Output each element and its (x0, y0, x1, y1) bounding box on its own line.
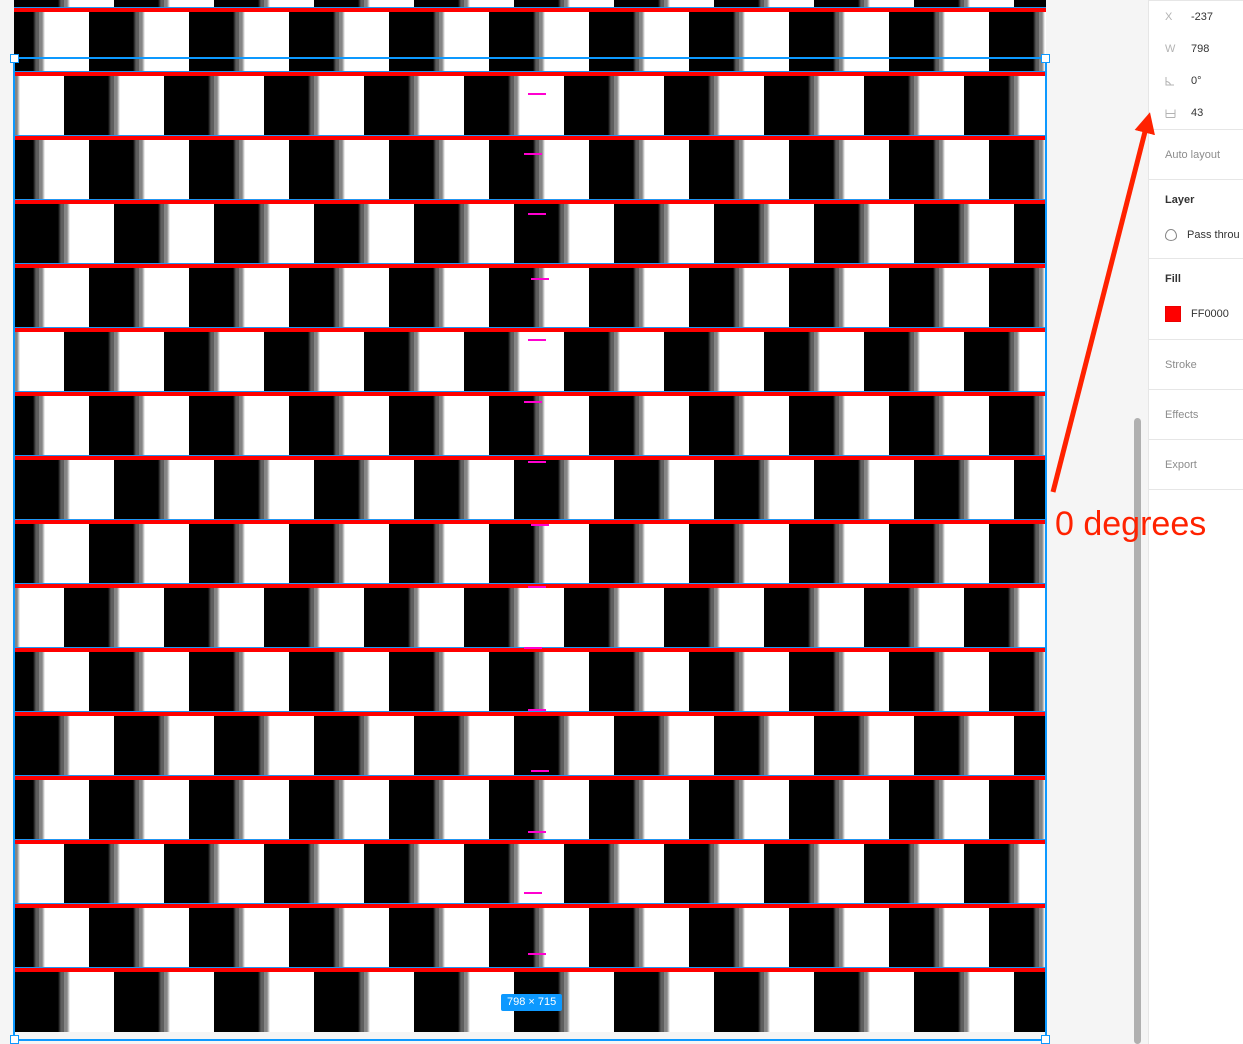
tile-row-tiles (14, 268, 1046, 328)
tile-row-tiles (14, 12, 1046, 72)
stroke-label: Stroke (1165, 358, 1197, 371)
tile-edge-shading (14, 844, 1046, 904)
blend-mode-value[interactable]: Pass throu (1187, 229, 1240, 241)
tile-edge-shading (14, 332, 1046, 392)
fill-section: Fill FF0000 (1149, 259, 1243, 340)
blend-mode-row[interactable]: Pass throu (1149, 220, 1243, 258)
design-canvas[interactable]: 798 × 715 (0, 0, 1133, 1044)
figma-window: 798 × 715 0 degrees X -237 W 798 0° 43 A… (0, 0, 1243, 1044)
tile-row-tiles (14, 332, 1046, 392)
width-value[interactable]: 798 (1191, 43, 1209, 55)
fill-color-swatch[interactable] (1165, 306, 1181, 322)
effects-label: Effects (1165, 408, 1199, 421)
tile-row-tiles (14, 76, 1046, 136)
tile-row[interactable] (14, 140, 1046, 200)
selection-size-badge: 798 × 715 (501, 994, 563, 1011)
tile-row-tiles (14, 524, 1046, 584)
tile-row[interactable] (14, 12, 1046, 72)
export-section[interactable]: Export (1149, 440, 1243, 490)
tile-row[interactable] (14, 780, 1046, 840)
tile-row[interactable] (14, 716, 1046, 776)
stroke-section[interactable]: Stroke (1149, 340, 1243, 390)
corner-radius-icon (1165, 108, 1181, 119)
tile-edge-shading (14, 204, 1046, 264)
tile-row-tiles (14, 140, 1046, 200)
x-position-icon: X (1165, 11, 1173, 23)
tile-edge-shading (14, 76, 1046, 136)
fill-title: Fill (1165, 273, 1181, 285)
tile-row-tiles (14, 588, 1046, 648)
tile-row-tiles (14, 844, 1046, 904)
cafe-wall-illusion-figure[interactable] (14, 0, 1046, 1040)
property-row-x[interactable]: X -237 (1149, 1, 1243, 33)
tile-edge-shading (14, 652, 1046, 712)
export-label: Export (1165, 458, 1197, 471)
tile-edge-shading (14, 12, 1046, 72)
tile-row-tiles (14, 652, 1046, 712)
tile-row[interactable] (14, 524, 1046, 584)
property-row-width[interactable]: W 798 (1149, 33, 1243, 65)
x-position-value[interactable]: -237 (1191, 11, 1213, 23)
tile-row-tiles (14, 908, 1046, 968)
tile-row-tiles (14, 780, 1046, 840)
blend-mode-icon (1165, 229, 1177, 241)
auto-layout-section[interactable]: Auto layout (1149, 130, 1243, 180)
tile-row[interactable] (14, 844, 1046, 904)
property-row-corner-radius[interactable]: 43 (1149, 97, 1243, 129)
tile-edge-shading (14, 716, 1046, 776)
transform-section: X -237 W 798 0° 43 (1149, 0, 1243, 130)
tile-edge-shading (14, 588, 1046, 648)
tile-row[interactable] (14, 588, 1046, 648)
fill-row[interactable]: FF0000 (1149, 299, 1243, 339)
width-icon: W (1165, 43, 1176, 55)
properties-panel: X -237 W 798 0° 43 Auto layout Layer Pas… (1148, 0, 1243, 1044)
effects-section[interactable]: Effects (1149, 390, 1243, 440)
fill-hex-value[interactable]: FF0000 (1191, 308, 1229, 320)
tile-edge-shading (14, 780, 1046, 840)
tile-edge-shading (14, 396, 1046, 456)
tile-row[interactable] (14, 396, 1046, 456)
tile-row[interactable] (14, 268, 1046, 328)
tile-row[interactable] (14, 76, 1046, 136)
tile-edge-shading (14, 460, 1046, 520)
tile-row[interactable] (14, 652, 1046, 712)
tile-row[interactable] (14, 460, 1046, 520)
tile-row-tiles (14, 396, 1046, 456)
tile-row[interactable] (14, 332, 1046, 392)
tile-edge-shading (14, 908, 1046, 968)
rotation-icon (1165, 76, 1181, 87)
tile-edge-shading (14, 140, 1046, 200)
tile-edge-shading (14, 524, 1046, 584)
tile-row-tiles (14, 460, 1046, 520)
auto-layout-label: Auto layout (1165, 148, 1221, 161)
property-row-rotation[interactable]: 0° (1149, 65, 1243, 97)
rotation-value[interactable]: 0° (1191, 75, 1202, 87)
tile-edge-shading (14, 268, 1046, 328)
canvas-vertical-scrollbar[interactable] (1134, 418, 1141, 1044)
tile-row[interactable] (14, 908, 1046, 968)
corner-radius-value[interactable]: 43 (1191, 107, 1203, 119)
layer-section: Layer Pass throu (1149, 180, 1243, 259)
layer-title: Layer (1165, 194, 1195, 206)
tile-row-tiles (14, 204, 1046, 264)
tile-row[interactable] (14, 204, 1046, 264)
tile-row-tiles (14, 716, 1046, 776)
